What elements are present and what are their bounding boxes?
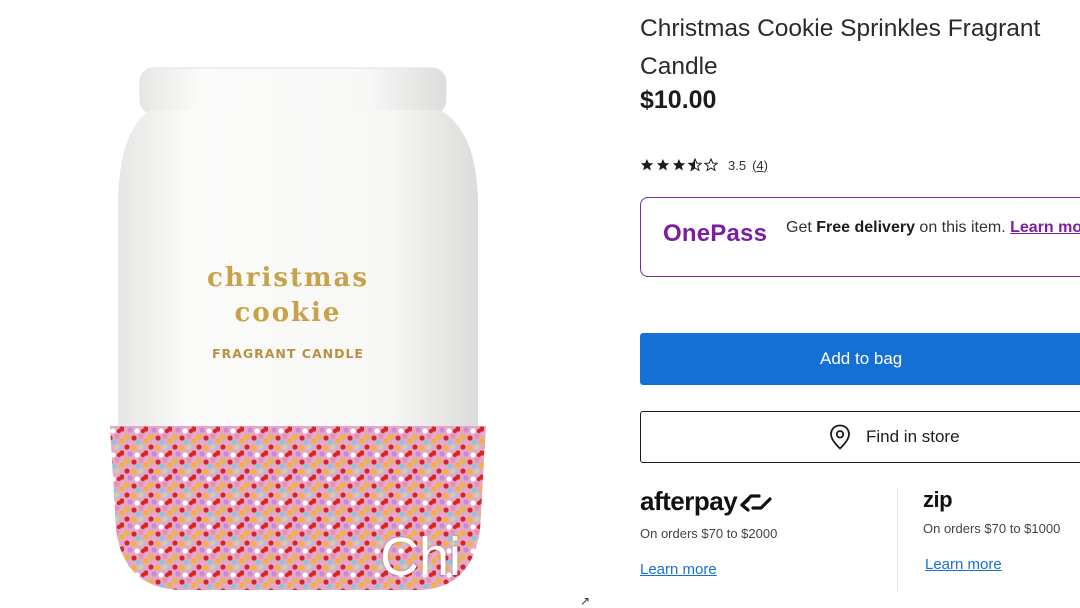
afterpay-learn-more-link[interactable]: Learn more [640, 561, 717, 578]
candle-label-line1: christmas [207, 263, 369, 293]
afterpay-logo: afterpay [640, 486, 773, 517]
candle-illustration: christmas cookie FRAGRANT CANDLE [110, 67, 486, 590]
star-icon [672, 159, 686, 171]
star-icon [656, 159, 670, 171]
empty-star-icon [703, 158, 719, 172]
onepass-text-suffix: on this item. [914, 219, 1011, 236]
onepass-text-prefix: Get [786, 219, 817, 236]
zip-learn-more-link[interactable]: Learn more [925, 556, 1002, 573]
onepass-message: Get Free delivery on this item. Learn mo… [786, 218, 1080, 237]
product-image[interactable]: christmas cookie FRAGRANT CANDLE [100, 60, 500, 600]
zip-logo: zip [923, 487, 953, 512]
find-in-store-label: Find in store [866, 427, 960, 446]
rating-value: 3.5 [728, 157, 747, 173]
stars-icon [640, 158, 719, 172]
product-rating[interactable]: 3.5 (4) [640, 156, 768, 174]
onepass-learn-more-link[interactable]: Learn more [1010, 219, 1080, 236]
zip-note: On orders $70 to $1000 [923, 521, 1061, 536]
afterpay-note: On orders $70 to $2000 [640, 526, 778, 541]
star-icon [640, 159, 654, 171]
half-star-icon [687, 158, 703, 172]
star-rating [640, 158, 722, 172]
product-title: Christmas Cookie Sprinkles Fragrant Cand… [640, 15, 1041, 80]
afterpay-logo-text: afterpay [640, 486, 738, 516]
onepass-promo: OnePass Get Free delivery on this item. … [640, 197, 1080, 277]
find-in-store-button[interactable]: Find in store [640, 411, 1080, 463]
add-to-bag-button[interactable]: Add to bag [640, 333, 1080, 385]
image-overlay-text: Chi [380, 527, 462, 587]
candle-label-line3: FRAGRANT CANDLE [212, 346, 364, 361]
onepass-text-bold: Free delivery [816, 219, 915, 236]
payment-divider [897, 488, 898, 592]
add-to-bag-label: Add to bag [820, 349, 903, 368]
onepass-logo: OnePass [663, 220, 768, 247]
product-price: $10.00 [640, 86, 717, 114]
location-pin-icon [829, 424, 851, 455]
candle-label-line2: cookie [235, 298, 342, 328]
afterpay-arrows-icon [740, 493, 772, 512]
rating-count-link[interactable]: (4) [752, 158, 768, 173]
